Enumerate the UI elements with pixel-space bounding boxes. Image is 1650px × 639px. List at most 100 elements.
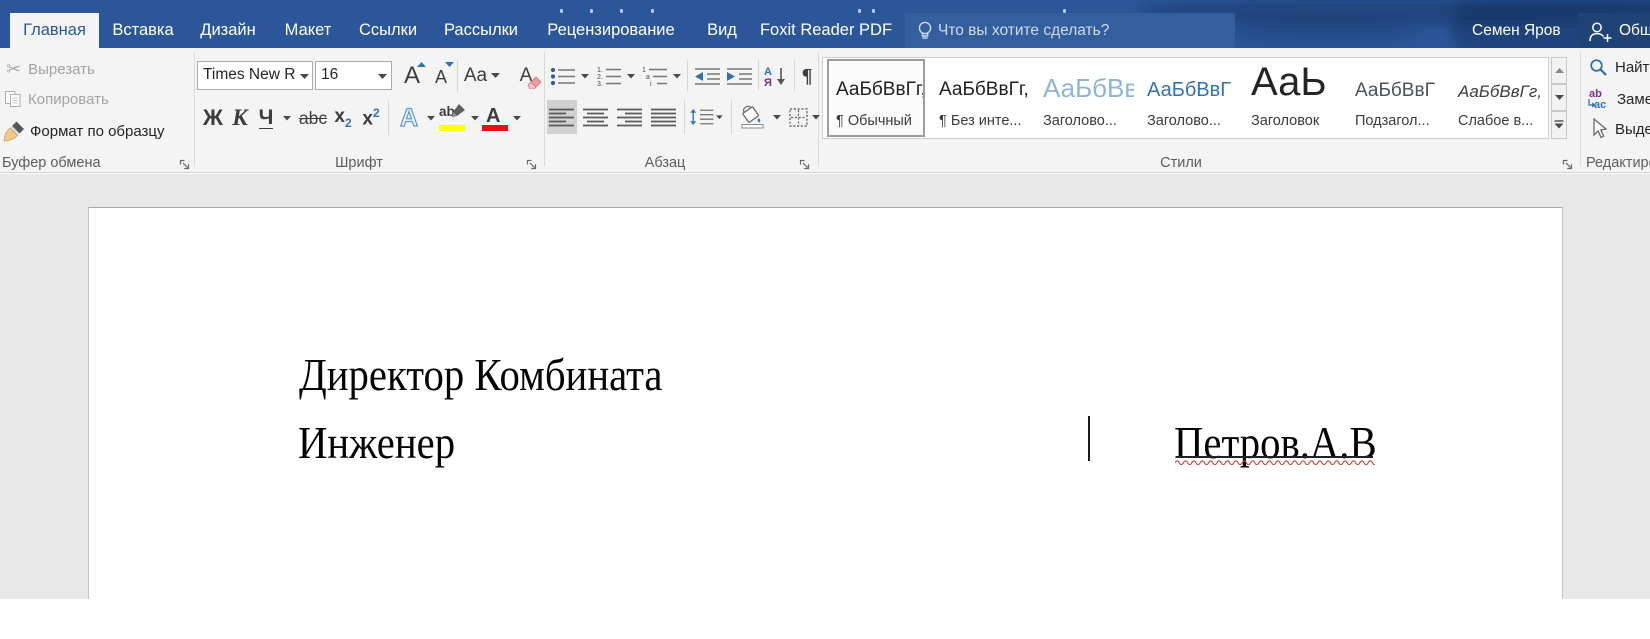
share-button[interactable]: Общ — [1578, 13, 1650, 48]
tab-references[interactable]: Ссылки — [359, 13, 417, 48]
text-effects-dropdown[interactable] — [424, 101, 438, 135]
grow-font-button[interactable]: А — [398, 61, 426, 91]
borders-icon — [789, 108, 808, 127]
justify-button[interactable] — [649, 100, 679, 134]
strikethrough-button[interactable]: abc — [298, 101, 328, 135]
style-card-subtle-emphasis[interactable]: АаБбВвГг, Слабое в... — [1451, 59, 1549, 137]
chevron-down-icon — [513, 116, 521, 121]
styles-group-label: Стили — [818, 155, 1544, 173]
tab-design[interactable]: Дизайн — [200, 13, 255, 48]
shading-dropdown[interactable] — [770, 100, 783, 134]
shrink-font-button[interactable]: А — [428, 64, 454, 91]
tell-me-label: Что вы хотите сделать? — [938, 13, 1109, 48]
align-right-button[interactable] — [615, 100, 645, 134]
copy-button[interactable]: Копировать — [4, 90, 109, 109]
change-case-glyph: Aa — [464, 65, 487, 87]
highlight-color-bar — [439, 125, 465, 131]
chevron-down-icon — [471, 116, 479, 121]
format-painter-label: Формат по образцу — [30, 123, 165, 140]
chevron-down-icon — [773, 115, 781, 120]
line-spacing-button[interactable] — [689, 100, 723, 134]
tab-review[interactable]: Рецензирование — [547, 13, 674, 48]
borders-dropdown[interactable] — [810, 100, 822, 134]
subscript-digit: 2 — [345, 116, 352, 130]
page-border-left — [88, 207, 89, 599]
style-card-no-spacing[interactable]: АаБбВвГг, ¶ Без инте... — [932, 59, 1030, 137]
clipboard-dialog-launcher[interactable] — [179, 158, 191, 170]
styles-scroll-down-button[interactable] — [1551, 84, 1567, 111]
divider — [388, 101, 389, 135]
style-sample: АаБбВв — [1043, 73, 1134, 104]
divider — [758, 60, 759, 91]
font-dialog-launcher[interactable] — [526, 158, 538, 170]
styles-scroll-up-button[interactable] — [1551, 57, 1567, 84]
divider — [684, 100, 685, 134]
underline-glyph: Ч — [259, 107, 274, 129]
group-divider — [1580, 52, 1581, 166]
bullets-button[interactable] — [549, 62, 577, 90]
numbering-icon: 1.2.3. — [596, 66, 622, 86]
decrease-indent-button[interactable] — [692, 62, 722, 90]
font-size-combo[interactable]: 16 — [315, 61, 392, 90]
numbering-dropdown[interactable] — [624, 62, 637, 90]
chevron-down-icon — [427, 116, 435, 121]
document-margin-top — [0, 174, 1650, 207]
style-card-heading2[interactable]: АаБбВвГ Заголово... — [1140, 59, 1238, 137]
document-text-line2: Инженер — [298, 420, 455, 466]
format-painter-button[interactable]: Формат по образцу — [3, 121, 165, 142]
tab-home[interactable]: Главная — [10, 13, 99, 48]
svg-text:3.: 3. — [597, 81, 603, 86]
cut-button[interactable]: ✂ Вырезать — [6, 60, 95, 78]
tab-mailings[interactable]: Рассылки — [444, 13, 518, 48]
style-card-heading1[interactable]: АаБбВв Заголово... — [1036, 59, 1134, 137]
document-margin-right — [1563, 174, 1650, 599]
clear-formatting-button[interactable]: А — [510, 61, 542, 91]
replace-button[interactable]: ab ac Заменить — [1586, 88, 1650, 110]
select-button[interactable]: Выделить — [1590, 118, 1650, 140]
tab-view[interactable]: Вид — [707, 13, 737, 48]
italic-button[interactable]: К — [228, 101, 252, 135]
tab-insert[interactable]: Вставка — [112, 13, 173, 48]
subscript-button[interactable]: x2 — [330, 101, 356, 135]
sort-button[interactable]: А Я — [762, 62, 790, 90]
decrease-indent-icon — [694, 67, 721, 86]
numbering-button[interactable]: 1.2.3. — [595, 62, 623, 90]
superscript-button[interactable]: x2 — [358, 101, 384, 135]
tell-me-box[interactable]: Что вы хотите сделать? — [905, 13, 1235, 48]
align-center-button[interactable] — [581, 100, 611, 134]
cut-label: Вырезать — [28, 61, 95, 78]
bold-button[interactable]: Ж — [200, 101, 226, 135]
styles-dialog-launcher[interactable] — [1562, 158, 1574, 170]
underline-dropdown[interactable] — [280, 101, 294, 135]
paragraph-dialog-launcher[interactable] — [799, 158, 811, 170]
font-color-dropdown[interactable] — [510, 101, 524, 135]
align-center-icon — [583, 108, 609, 127]
borders-button[interactable] — [786, 100, 810, 134]
increase-indent-button[interactable] — [724, 62, 754, 90]
highlight-button[interactable]: ab — [438, 101, 466, 135]
style-card-subtitle[interactable]: АаБбВвГ Подзагол... — [1348, 59, 1446, 137]
shading-button[interactable] — [737, 100, 769, 134]
text-effects-button[interactable]: А — [394, 101, 424, 135]
font-color-button[interactable]: А — [482, 101, 508, 135]
multilevel-list-button[interactable]: 1ai — [641, 62, 669, 90]
user-name[interactable]: Семен Яров — [1472, 13, 1561, 48]
underline-button[interactable]: Ч — [254, 101, 278, 135]
bullets-dropdown[interactable] — [578, 62, 591, 90]
show-marks-button[interactable]: ¶ — [797, 62, 817, 90]
style-card-title[interactable]: АаЬ Заголовок — [1244, 59, 1342, 137]
chevron-down-icon — [300, 74, 309, 80]
styles-more-button[interactable] — [1551, 111, 1567, 139]
style-card-normal[interactable]: АаБбВвГг, ¶ Обычный — [827, 59, 925, 137]
change-case-button[interactable]: Aa — [462, 61, 502, 91]
caret-up-icon — [1555, 68, 1564, 74]
document-area[interactable]: Директор Комбината Инженер Петров.А.В — [0, 174, 1650, 639]
find-button[interactable]: Найти — [1589, 58, 1650, 77]
tab-foxit-pdf[interactable]: Foxit Reader PDF — [760, 13, 892, 48]
tab-layout[interactable]: Макет — [285, 13, 332, 48]
multilevel-dropdown[interactable] — [670, 62, 683, 90]
font-name-combo[interactable]: Times New R — [197, 61, 313, 90]
highlight-dropdown[interactable] — [468, 101, 482, 135]
align-left-button[interactable] — [547, 100, 577, 134]
superscript-glyph: x2 — [362, 106, 379, 130]
